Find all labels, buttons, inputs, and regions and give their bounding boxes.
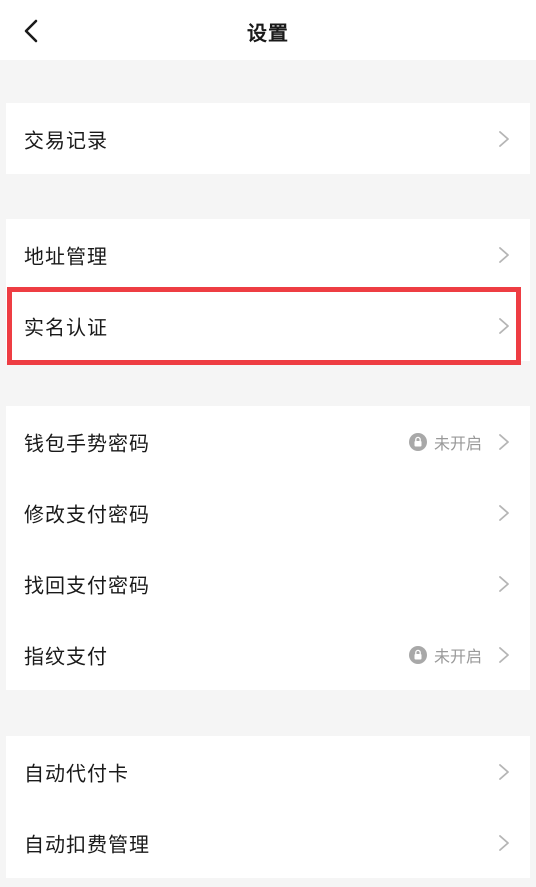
chevron-right-icon bbox=[499, 575, 509, 592]
row-label: 找回支付密码 bbox=[24, 573, 150, 597]
chevron-right-icon bbox=[499, 130, 509, 147]
row-label: 交易记录 bbox=[24, 128, 108, 152]
chevron-right-icon bbox=[499, 246, 509, 263]
settings-group-security: 钱包手势密码 未开启 修改支付密码 找回支付密码 指纹支付 未开启 bbox=[6, 406, 530, 690]
chevron-right-icon bbox=[499, 763, 509, 780]
row-label: 指纹支付 bbox=[24, 644, 108, 668]
status-text: 未开启 bbox=[433, 646, 482, 666]
row-label: 实名认证 bbox=[24, 315, 108, 339]
settings-group-auto-pay: 自动代付卡 自动扣费管理 bbox=[6, 736, 530, 878]
chevron-right-icon bbox=[499, 504, 509, 521]
row-wallet-gesture-password[interactable]: 钱包手势密码 未开启 bbox=[6, 406, 530, 477]
row-label: 修改支付密码 bbox=[24, 502, 150, 526]
status-indicator: 未开启 bbox=[408, 430, 482, 454]
status-indicator: 未开启 bbox=[408, 643, 482, 667]
row-fingerprint-payment[interactable]: 指纹支付 未开启 bbox=[6, 619, 530, 690]
top-bar: 设置 bbox=[0, 0, 536, 60]
row-label: 自动扣费管理 bbox=[24, 832, 150, 856]
row-auto-deduction-management[interactable]: 自动扣费管理 bbox=[6, 807, 530, 878]
row-label: 自动代付卡 bbox=[24, 761, 129, 785]
row-auto-payment-card[interactable]: 自动代付卡 bbox=[6, 736, 530, 807]
row-label: 地址管理 bbox=[24, 244, 108, 268]
lock-icon bbox=[408, 432, 427, 451]
chevron-right-icon bbox=[499, 433, 509, 450]
row-address-management[interactable]: 地址管理 bbox=[6, 219, 530, 290]
row-change-payment-password[interactable]: 修改支付密码 bbox=[6, 477, 530, 548]
page-title: 设置 bbox=[247, 21, 289, 45]
settings-group-transactions: 交易记录 bbox=[6, 103, 530, 174]
lock-icon bbox=[408, 645, 427, 664]
row-real-name-verification[interactable]: 实名认证 bbox=[6, 290, 530, 361]
settings-group-account: 地址管理 实名认证 bbox=[6, 219, 530, 361]
row-label: 钱包手势密码 bbox=[24, 431, 150, 455]
chevron-right-icon bbox=[499, 834, 509, 851]
row-transaction-records[interactable]: 交易记录 bbox=[6, 103, 530, 174]
status-text: 未开启 bbox=[433, 433, 482, 453]
settings-page: 设置 交易记录 地址管理 实名认证 钱包手势密码 未开启 修改支付密码 找回支付… bbox=[0, 0, 536, 887]
row-recover-payment-password[interactable]: 找回支付密码 bbox=[6, 548, 530, 619]
chevron-right-icon bbox=[499, 317, 509, 334]
chevron-right-icon bbox=[499, 646, 509, 663]
